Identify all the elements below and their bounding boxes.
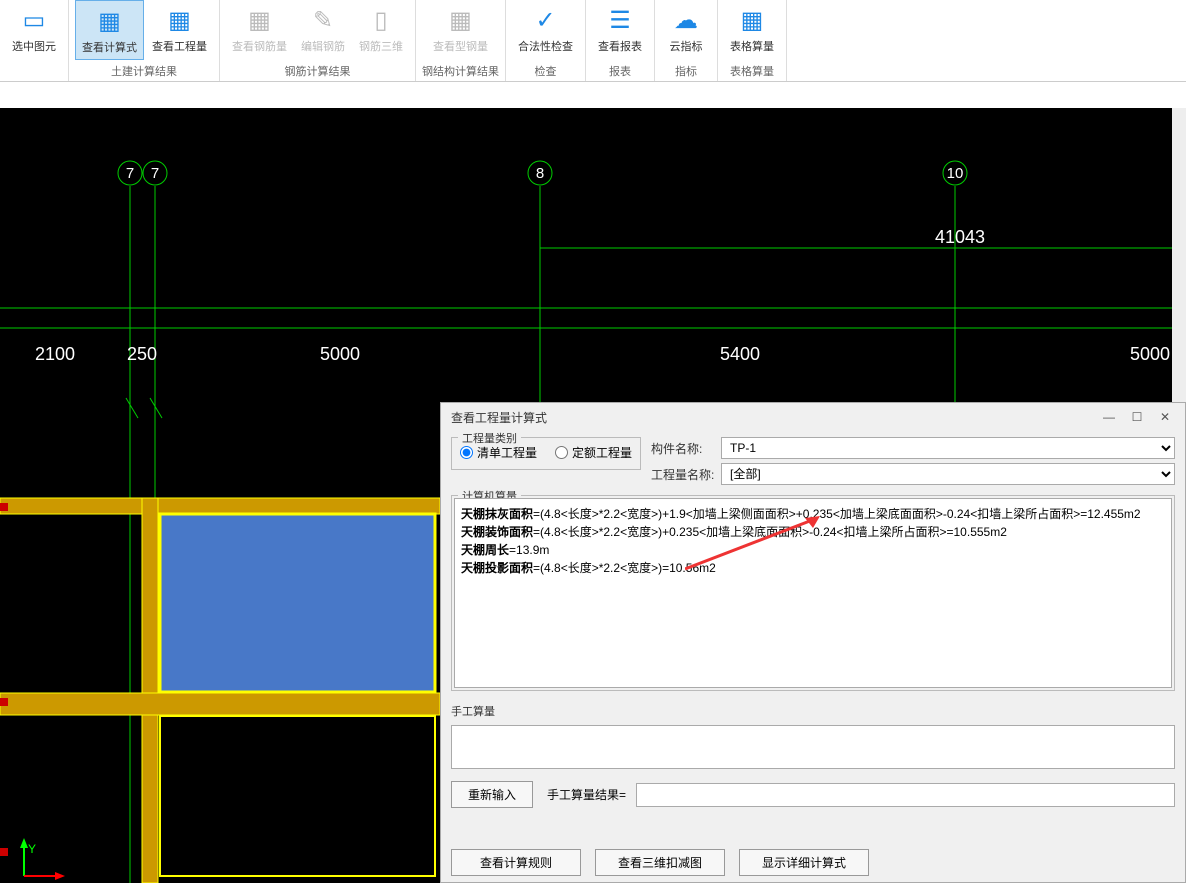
radio-list-qty[interactable]: 清单工程量 [460,444,537,461]
btn-label: 查看报表 [598,38,642,54]
close-button[interactable]: ✕ [1155,407,1175,427]
formula-dialog: 查看工程量计算式 — ☐ ✕ 工程量类别 清单工程量 定额工程量 构件名称: T… [440,402,1186,883]
cursor-icon: ▭ [18,4,50,36]
btn-view-rule[interactable]: 查看计算规则 [451,849,581,876]
group-label: 检查 [535,61,557,81]
group-select: ▭ 选中图元 [0,0,69,81]
btn-table-calc[interactable]: ▦ 表格算量 [724,0,780,58]
check-icon: ✓ [530,4,562,36]
group-label: 钢结构计算结果 [422,61,499,81]
manual-result-label: 手工算量结果= [547,786,626,803]
group-label: 表格算量 [730,61,774,81]
btn-label: 查看钢筋量 [232,38,287,54]
manual-legend: 手工算量 [451,703,1175,719]
btn-cloud-index[interactable]: ☁ 云指标 [661,0,711,58]
dim-5400: 5400 [720,344,760,364]
btn-reinput[interactable]: 重新输入 [451,781,533,808]
btn-label: 选中图元 [12,38,56,54]
group-rebar-result: ▦ 查看钢筋量 ✎ 编辑钢筋 ▯ 钢筋三维 钢筋计算结果 [220,0,416,81]
btn-select-elem[interactable]: ▭ 选中图元 [6,0,62,58]
btn-show-detail[interactable]: 显示详细计算式 [739,849,869,876]
calc-icon: ▦ [94,5,126,37]
qty-category-fieldset: 工程量类别 清单工程量 定额工程量 [451,437,641,470]
minimize-button[interactable]: — [1099,407,1119,427]
group-civil-result: ▦ 查看计算式 ▦ 查看工程量 土建计算结果 [69,0,220,81]
axis-label-7b: 7 [151,165,159,182]
dim-5000b: 5000 [1130,344,1170,364]
group-table-calc: ▦ 表格算量 表格算量 [718,0,787,81]
select-component[interactable]: TP-1 [721,437,1175,459]
btn-label: 钢筋三维 [359,38,403,54]
btn-label: 云指标 [670,38,703,54]
computer-calc-fieldset: 计算机算量 天棚抹灰面积=(4.8<长度>*2.2<宽度>)+1.9<加墙上梁侧… [451,495,1175,691]
group-label: 钢筋计算结果 [285,61,351,81]
ribbon-toolbar: ▭ 选中图元 ▦ 查看计算式 ▦ 查看工程量 土建计算结果 ▦ 查看钢筋量 [0,0,1186,82]
btn-edit-rebar[interactable]: ✎ 编辑钢筋 [295,0,351,58]
radio-input[interactable] [460,446,473,459]
maximize-button[interactable]: ☐ [1127,407,1147,427]
group-label: 报表 [609,61,631,81]
manual-input-box[interactable] [451,725,1175,769]
dim-2100: 2100 [35,344,75,364]
rebar-icon: ▦ [244,4,276,36]
cube-icon: ▯ [365,4,397,36]
radio-quota-qty[interactable]: 定额工程量 [555,444,632,461]
radio-input[interactable] [555,446,568,459]
group-check: ✓ 合法性检查 检查 [506,0,586,81]
dim-5000a: 5000 [320,344,360,364]
btn-rebar-3d[interactable]: ▯ 钢筋三维 [353,0,409,58]
dim-250: 250 [127,344,157,364]
table-icon: ▦ [736,4,768,36]
label-qty-name: 工程量名称: [651,466,721,483]
axis-label-7a: 7 [126,165,134,182]
svg-text:Y: Y [28,842,36,856]
select-qty-name[interactable]: [全部] [721,463,1175,485]
group-index: ☁ 云指标 指标 [655,0,718,81]
manual-result-box[interactable] [636,783,1175,807]
group-label: 指标 [675,61,697,81]
btn-label: 合法性检查 [518,38,573,54]
legend-text: 工程量类别 [458,430,521,446]
dialog-title-text: 查看工程量计算式 [451,409,1099,426]
btn-view-3d[interactable]: 查看三维扣减图 [595,849,725,876]
dim-41043: 41043 [935,227,985,247]
group-label: 土建计算结果 [111,61,177,81]
btn-label: 编辑钢筋 [301,38,345,54]
btn-view-formula[interactable]: ▦ 查看计算式 [75,0,144,60]
label-component-name: 构件名称: [651,440,721,457]
btn-view-rebar-qty[interactable]: ▦ 查看钢筋量 [226,0,293,58]
axis-label-10: 10 [947,165,964,182]
report-icon: ☰ [604,4,636,36]
dialog-titlebar[interactable]: 查看工程量计算式 — ☐ ✕ [441,403,1185,431]
axis-label-8: 8 [536,165,544,182]
btn-view-steel[interactable]: ▦ 查看型钢量 [427,0,494,58]
btn-view-qty[interactable]: ▦ 查看工程量 [146,0,213,60]
btn-label: 表格算量 [730,38,774,54]
cloud-icon: ☁ [670,4,702,36]
btn-label: 查看型钢量 [433,38,488,54]
pencil-icon: ✎ [307,4,339,36]
steel-icon: ▦ [445,4,477,36]
btn-label: 查看工程量 [152,38,207,54]
btn-legality-check[interactable]: ✓ 合法性检查 [512,0,579,58]
group-report: ☰ 查看报表 报表 [586,0,655,81]
btn-view-report[interactable]: ☰ 查看报表 [592,0,648,58]
grid-icon: ▦ [164,4,196,36]
btn-label: 查看计算式 [82,39,137,55]
group-steel-result: ▦ 查看型钢量 钢结构计算结果 [416,0,506,81]
calc-text-box[interactable]: 天棚抹灰面积=(4.8<长度>*2.2<宽度>)+1.9<加墙上梁侧面面积>+0… [454,498,1172,688]
